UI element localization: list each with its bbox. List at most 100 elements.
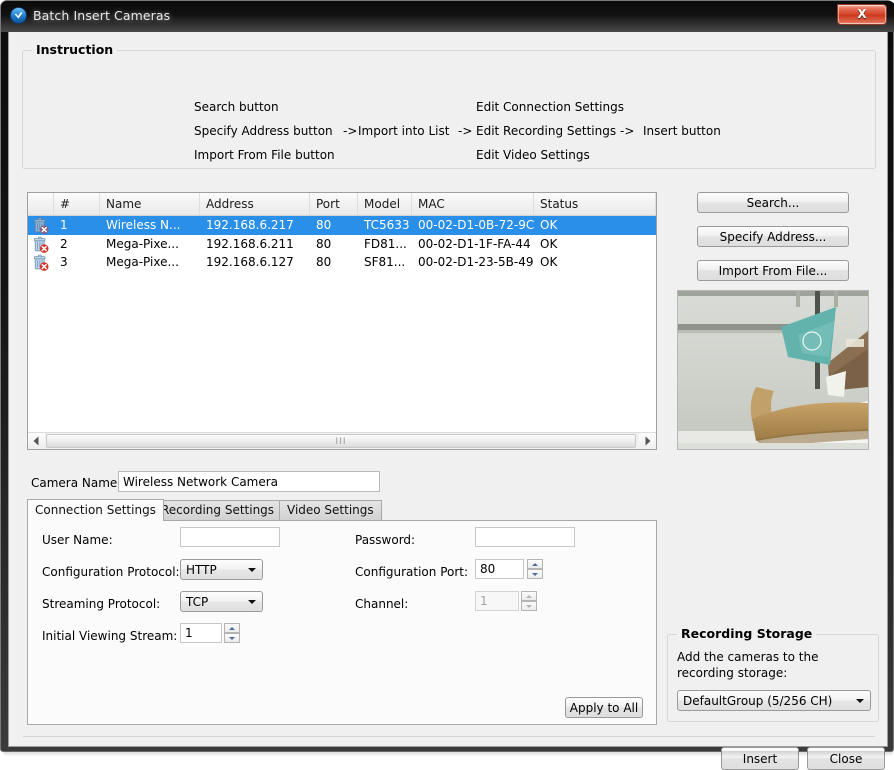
stepper-up-icon: [521, 591, 537, 601]
camera-list[interactable]: # Name Address Port Model MAC Status 1 Wireless…: [27, 192, 657, 450]
delete-camera-icon[interactable]: [32, 217, 49, 234]
instruction-line: Specify Address button: [194, 124, 333, 138]
instruction-line: Edit Recording Settings: [476, 124, 617, 138]
column-header-icon[interactable]: [28, 193, 54, 215]
streaming-protocol-select[interactable]: TCP: [180, 591, 263, 612]
initial-viewing-stream-stepper[interactable]: [224, 623, 240, 644]
column-header-index[interactable]: #: [54, 193, 100, 215]
cell-status: OK: [540, 218, 558, 232]
instruction-line: Insert button: [643, 124, 721, 138]
scrollbar-thumb[interactable]: III: [46, 434, 636, 448]
instruction-line: Edit Video Settings: [476, 148, 590, 162]
column-header-address[interactable]: Address: [200, 193, 310, 215]
scrollbar-grip-icon: III: [335, 437, 347, 447]
instruction-line: Import into List: [358, 124, 450, 138]
camera-name-label: Camera Name:: [31, 476, 122, 490]
column-header-model[interactable]: Model: [358, 193, 412, 215]
instruction-title: Instruction: [32, 42, 118, 57]
chevron-down-icon: [248, 568, 256, 572]
instruction-line: ->: [458, 124, 473, 138]
user-name-input[interactable]: [180, 527, 280, 547]
table-row[interactable]: 3 Mega-Pixe... 192.168.6.127 80 SF81... 00-02…: [28, 253, 656, 272]
tab-connection-settings[interactable]: Connection Settings: [27, 499, 164, 521]
cell-name: Mega-Pixe...: [106, 236, 179, 251]
recording-storage-title: Recording Storage: [677, 626, 817, 641]
instruction-line: Import From File button: [194, 148, 335, 162]
channel-input: [475, 591, 519, 611]
title-bar: Batch Insert Cameras X: [1, 1, 894, 32]
table-row[interactable]: 2 Mega-Pixe... 192.168.6.211 80 FD81... 00-02…: [28, 235, 656, 254]
cell-mac: 00-02-D1-0B-72-9C: [418, 218, 534, 232]
cell-address: 192.168.6.211: [206, 236, 294, 251]
cell-port: 80: [316, 236, 332, 251]
instruction-line: ->: [343, 124, 358, 138]
initial-viewing-stream-input[interactable]: [180, 623, 222, 643]
search-button[interactable]: Search...: [697, 192, 849, 213]
delete-camera-icon[interactable]: [32, 236, 49, 253]
stepper-down-icon[interactable]: [224, 633, 240, 643]
initial-viewing-stream-label: Initial Viewing Stream:: [42, 629, 178, 643]
cell-address: 192.168.6.217: [206, 218, 294, 232]
user-name-label: User Name:: [42, 533, 113, 547]
cell-index: 2: [60, 236, 68, 251]
specify-address-button[interactable]: Specify Address...: [697, 226, 849, 247]
stepper-down-icon[interactable]: [527, 569, 543, 579]
import-from-file-button[interactable]: Import From File...: [697, 260, 849, 281]
column-header-mac[interactable]: MAC: [412, 193, 534, 215]
cell-port: 80: [316, 255, 332, 269]
camera-preview-image: [677, 290, 869, 450]
stepper-down-icon: [521, 601, 537, 611]
delete-camera-icon[interactable]: [32, 254, 49, 271]
cell-model: TC5633: [364, 218, 410, 232]
configuration-port-input[interactable]: [475, 559, 524, 579]
instruction-groupbox: Instruction Search button Specify Address…: [22, 42, 876, 169]
chevron-down-icon: [248, 600, 256, 604]
camera-name-input[interactable]: [118, 471, 380, 492]
channel-label: Channel:: [355, 597, 409, 611]
instruction-line: Edit Connection Settings: [476, 100, 624, 114]
cell-name: Mega-Pixe...: [106, 255, 179, 269]
camera-list-header: # Name Address Port Model MAC Status: [28, 193, 656, 216]
instruction-line: ->: [620, 124, 635, 138]
configuration-protocol-select[interactable]: HTTP: [180, 559, 263, 580]
apply-to-all-button[interactable]: Apply to All: [565, 697, 643, 718]
configuration-protocol-label: Configuration Protocol:: [42, 565, 180, 579]
camera-list-horizontal-scrollbar[interactable]: III: [28, 432, 656, 449]
streaming-protocol-label: Streaming Protocol:: [42, 597, 161, 611]
column-header-name[interactable]: Name: [100, 193, 200, 215]
configuration-port-label: Configuration Port:: [355, 565, 469, 579]
tab-video-settings[interactable]: Video Settings: [279, 500, 382, 520]
settings-tabstrip[interactable]: Connection Settings Recording Settings Vid…: [27, 499, 657, 521]
cell-mac: 00-02-D1-1F-FA-44: [418, 236, 531, 251]
cell-index: 1: [60, 218, 68, 232]
recording-storage-groupbox: Recording Storage Add the cameras to the…: [667, 626, 879, 722]
table-row[interactable]: 1 Wireless N... 192.168.6.217 80 TC5633 00-02…: [28, 216, 656, 235]
cell-model: SF81...: [364, 255, 406, 269]
cell-model: FD81...: [364, 236, 407, 251]
cell-address: 192.168.6.127: [206, 255, 294, 269]
close-window-button[interactable]: X: [837, 4, 887, 25]
column-header-port[interactable]: Port: [310, 193, 358, 215]
scroll-right-arrow-icon[interactable]: [639, 433, 656, 449]
recording-storage-select[interactable]: DefaultGroup (5/256 CH): [677, 690, 871, 711]
close-icon: X: [857, 7, 867, 21]
channel-stepper: [521, 591, 537, 612]
cell-status: OK: [540, 255, 558, 269]
camera-list-body[interactable]: 1 Wireless N... 192.168.6.217 80 TC5633 00-02…: [28, 216, 656, 272]
cell-mac: 00-02-D1-23-5B-49: [418, 255, 534, 269]
window-shadow: [3, 751, 893, 757]
stepper-up-icon[interactable]: [224, 623, 240, 633]
column-header-status[interactable]: Status: [534, 193, 656, 215]
password-input[interactable]: [475, 527, 575, 547]
connection-settings-panel: User Name: Password: Configuration Proto…: [27, 520, 657, 725]
tab-recording-settings[interactable]: Recording Settings: [153, 500, 283, 520]
chevron-down-icon: [856, 699, 864, 703]
recording-storage-value: DefaultGroup (5/256 CH): [683, 694, 833, 708]
scroll-left-arrow-icon[interactable]: [28, 433, 45, 449]
stepper-up-icon[interactable]: [527, 559, 543, 569]
window-title: Batch Insert Cameras: [33, 8, 171, 23]
configuration-port-stepper[interactable]: [527, 559, 543, 580]
dialog-client-area: Instruction Search button Specify Address…: [8, 32, 888, 770]
cell-index: 3: [60, 255, 68, 269]
cell-name: Wireless N...: [106, 218, 181, 232]
